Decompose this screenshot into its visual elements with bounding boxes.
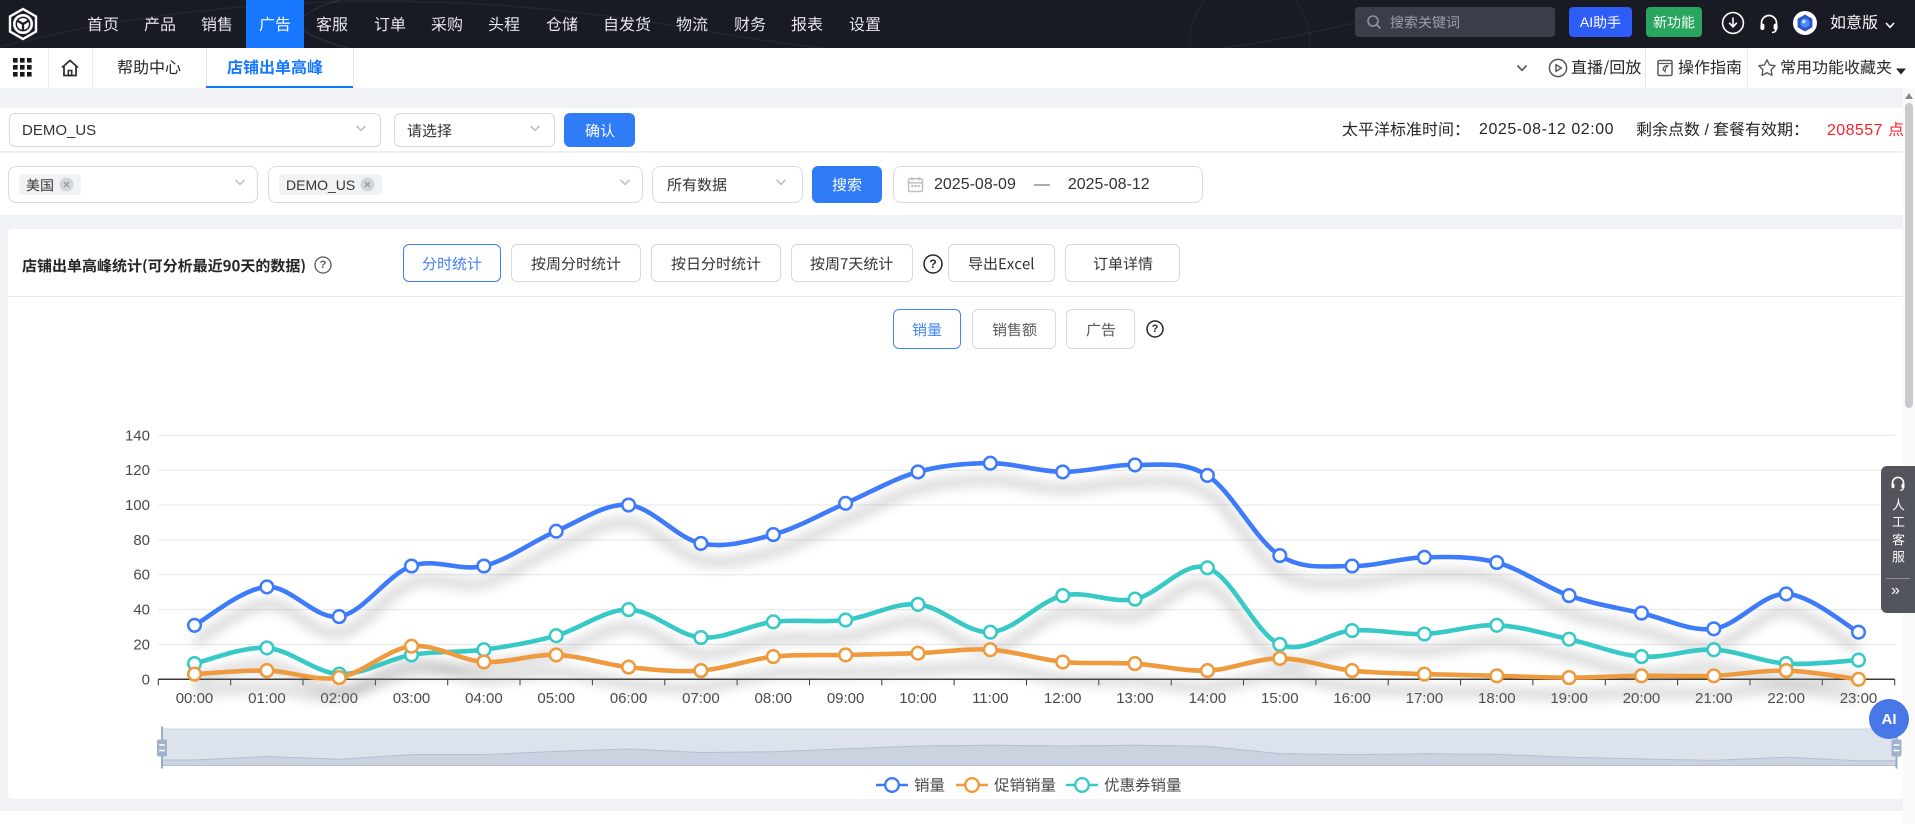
svg-text:?: ? — [929, 257, 936, 271]
svg-text:?: ? — [320, 259, 327, 271]
svg-text:?: ? — [1152, 323, 1159, 335]
